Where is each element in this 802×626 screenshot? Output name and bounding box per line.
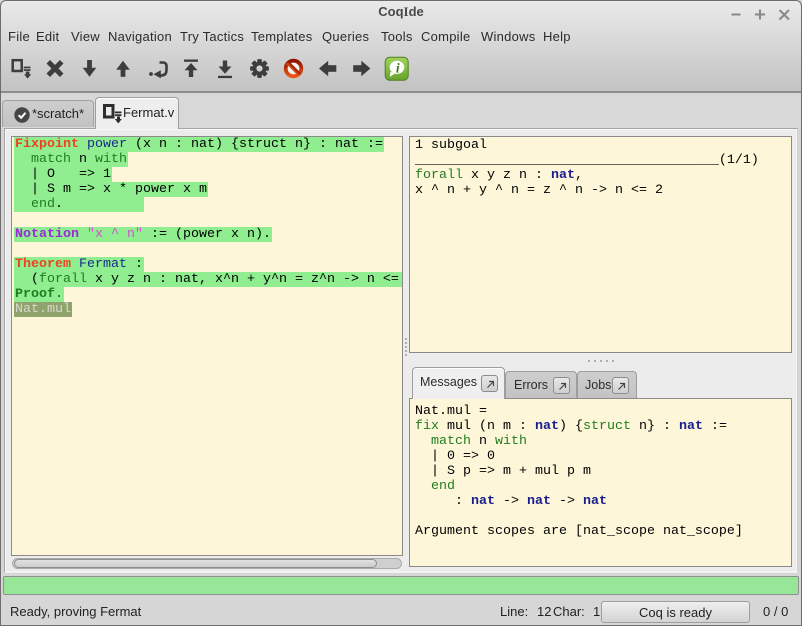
svg-text:i: i	[396, 60, 400, 75]
